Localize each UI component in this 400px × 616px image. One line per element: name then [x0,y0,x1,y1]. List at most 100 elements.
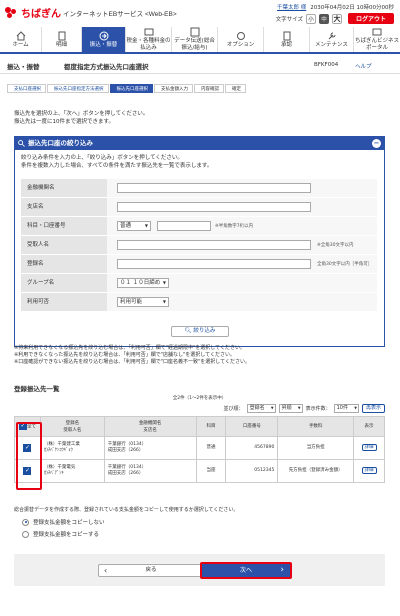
header-tools: 文字サイズ 小 中 大 ログアウト [276,13,394,24]
screen-code: BFKF004 [314,62,339,68]
filter-title: 振込先口座の絞り込み [28,139,93,147]
group-select[interactable]: ０１ １０日締め [117,278,169,288]
account-type-select[interactable]: 普通 [117,221,151,231]
radio-button[interactable] [22,530,29,538]
branch-input[interactable] [117,202,311,212]
section-title: 振込・振替 [7,63,40,71]
font-size-large[interactable]: 大 [331,13,342,24]
note-line: ※口座確認ができない振込先を絞り込む場合は、「利用可否」欄で"口座名義不一致"を… [14,359,250,365]
cell-type: 普通 [195,436,227,460]
reg-hint: 全角30文字以内［半角可］ [317,262,373,267]
logo: ちばぎん インターネットEBサービス <Web-EB> [5,5,177,20]
logo-mark-icon [5,7,19,18]
order-select[interactable]: 昇順 [278,404,303,413]
intro-text: 振込先を選択の上、「次へ」ボタンを押してください。 振込先は一度に10件まで選択で… [14,110,148,126]
data-icon [190,27,199,37]
sort-select[interactable]: 登録名 [246,404,276,413]
nav-data[interactable]: データ伝送(総合振込/給与) [172,27,218,52]
home-icon [16,30,25,41]
notes: ※将来利用できなくなる振込先を絞り込む場合は、「利用可否」欄で"経過期限中"を選… [14,345,386,366]
nav-transfer[interactable]: 振込・振替 [82,27,126,52]
nav-home[interactable]: ホーム [0,27,42,52]
step-6: 確定 [225,84,246,93]
nav-tax[interactable]: 税金・各種料金の払込み [126,27,172,52]
bank-input[interactable] [117,183,311,193]
label-account: 科目・口座番号 [21,217,107,235]
cell-fee: 先方負担（登録済み金額） [277,459,355,483]
row-payee: 受取人名 ※全角30文字以内 [21,236,377,255]
search-icon: 🔍︎ [184,328,192,334]
back-button[interactable]: 戻る [98,564,204,577]
account-number-input[interactable] [157,221,211,231]
nav-approve[interactable]: 承認 [264,27,310,52]
filter-button[interactable]: 🔍︎ 絞り込み [171,326,229,337]
nav-maintenance[interactable]: メンテナンス [310,27,354,52]
note-line: ※利用できなくなった振込先を絞り込む場合は、「利用可否」欄で"店舗なし"を選択し… [14,352,235,358]
detail-button[interactable]: 詳細 [361,444,377,451]
search-icon [18,140,25,147]
radio-label: 登録支払金額をコピーしない [33,520,105,526]
cell-name: （株）千葉電気 ｶ)ﾁﾊﾞﾃﾞﾝｷ [39,459,105,483]
copy-desc: 総合振替データを作成する際、登録されている支払金額をコピーして使用するか選択して… [14,507,239,513]
nav-label: ちばぎんビジネスポータル [354,38,399,51]
note-line: ※将来利用できなくなる振込先を絞り込む場合は、「利用可否」欄で"経過期限中"を選… [14,345,245,351]
page-title-bar: 振込・振替 都度指定方式振込先口座選択 BFKF004 ヘルプ [0,57,400,74]
global-nav: ホーム 明細 振込・振替 税金・各種料金の払込み データ伝送(総合振込/給与) … [0,27,400,54]
portal-icon [372,28,382,36]
redisplay-button[interactable]: 再表示 [361,404,385,413]
font-size-label: 文字サイズ [275,16,303,23]
logout-button[interactable]: ログアウト [347,13,394,24]
label-usage: 利用可否 [21,293,107,311]
cell-bank: 千葉銀行（0134） 成田支店（266） [103,436,197,460]
filter-header[interactable]: 振込先口座の絞り込み − [15,137,384,150]
next-button[interactable]: 次へ [200,562,292,579]
nav-label: ホーム [12,41,29,48]
font-size-medium[interactable]: 中 [318,13,329,24]
nav-label: データ伝送(総合振込/給与) [174,38,215,51]
radio-copy[interactable]: 登録支払金額をコピーする [22,530,99,538]
nav-label: 振込・振替 [89,41,118,48]
step-2: 振込先口座指定方法選択 [47,84,109,93]
nav-statement[interactable]: 明細 [42,27,82,52]
branch-name: 成田支店（266） [107,448,144,453]
filter-button-label: 絞り込み [193,328,216,334]
highlight-checkbox-column [16,422,42,490]
payee-hint: ※全角30文字以内 [317,243,354,248]
cell-type: 当座 [195,459,227,483]
user-name[interactable]: 千葉太郎 様 [277,5,306,11]
label-payee: 受取人名 [21,236,107,254]
detail-button[interactable]: 詳細 [361,467,377,474]
payee-table: ✓全て 登録名 受取人名 金融機関名 支店名 科目 口座番号 手数料 表示 ✓ … [14,416,385,483]
document-icon [58,31,65,41]
payee-input[interactable] [117,240,311,250]
nav-label: メンテナンス [315,41,348,48]
radio-no-copy[interactable]: 登録支払金額をコピーしない [22,518,105,526]
step-4: 支払金額入力 [154,84,193,93]
nav-option[interactable]: オプション [218,27,264,52]
per-page-select[interactable]: 10件 [333,404,359,413]
intro-line: 振込先を選択の上、「次へ」ボタンを押してください。 [14,111,149,117]
step-3: 振込先口座選択 [109,84,153,93]
label-group: グループ名 [21,274,107,292]
row-bank: 金融機関名 [21,179,377,198]
label-branch: 支店名 [21,198,107,216]
collapse-icon[interactable]: − [372,139,381,148]
row-usage: 利用可否 利用可能 [21,293,377,312]
row-branch: 支店名 [21,198,377,217]
label-reg: 登録名 [21,255,107,273]
nav-portal[interactable]: ちばぎんビジネスポータル [354,27,400,52]
col-type: 科目 [195,416,227,437]
cell-detail: 詳細 [353,436,385,460]
page-title: 都度指定方式振込先口座選択 [64,63,149,71]
branch-name: 成田支店（266） [107,471,144,476]
row-reg: 登録名 全角30文字以内［半角可］ [21,255,377,274]
filter-card: 振込先口座の絞り込み − 絞り込み条件を入力の上、「絞り込み」ボタンを押してくだ… [14,136,385,347]
radio-label: 登録支払金額をコピーする [33,532,100,538]
help-link[interactable]: ヘルプ [355,62,372,70]
usage-select[interactable]: 利用可能 [117,297,169,307]
step-indicator: 支払口座選択 振込先口座指定方法選択 振込先口座選択 支払金額入力 内容確認 確… [7,84,247,93]
reg-name-input[interactable] [117,259,311,269]
radio-button[interactable] [22,518,29,526]
col-name: 登録名 受取人名 [39,416,105,437]
font-size-small[interactable]: 小 [305,13,316,24]
